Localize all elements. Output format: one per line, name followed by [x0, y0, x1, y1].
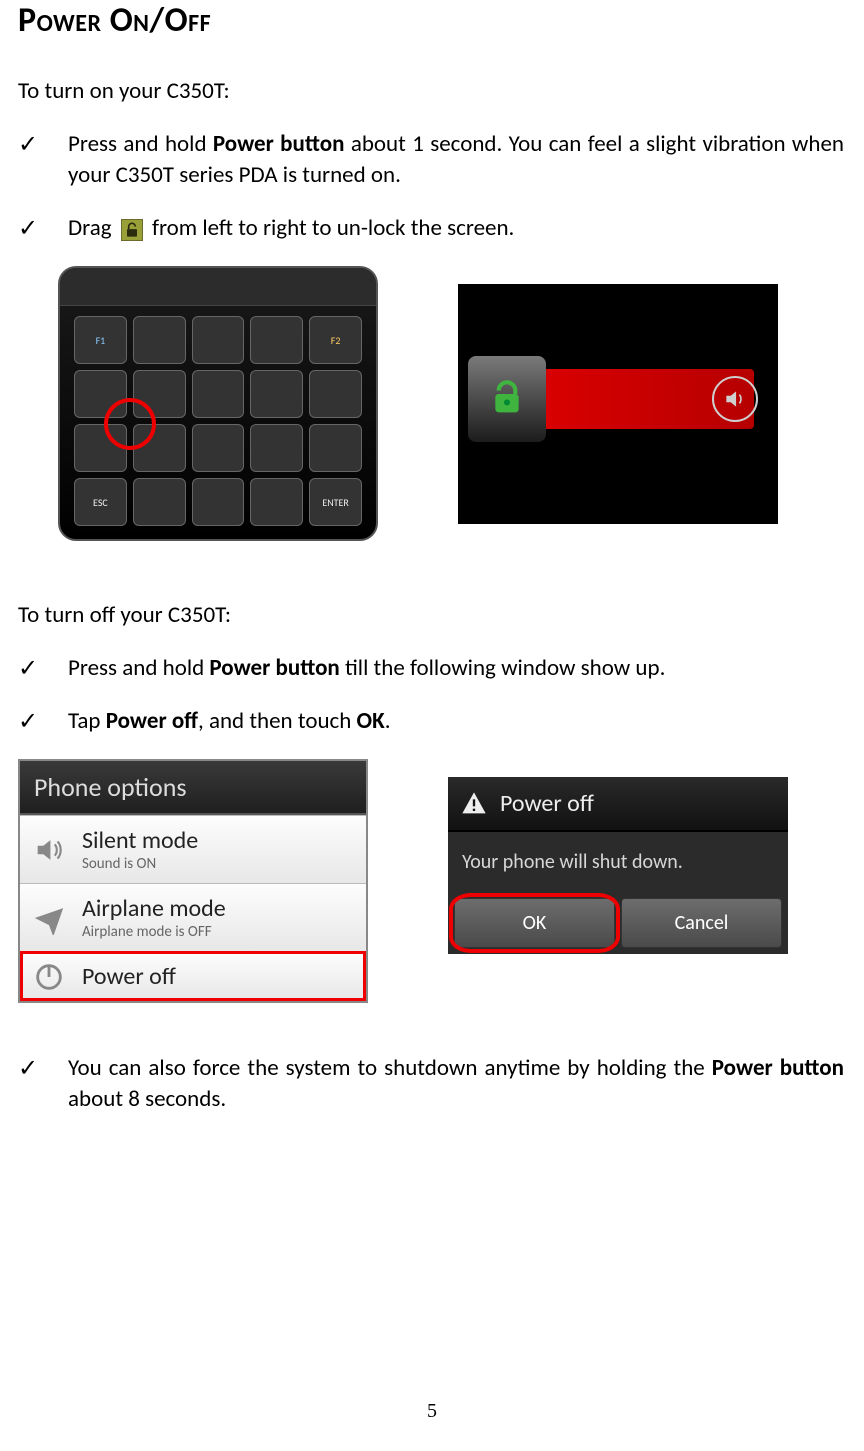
device-keypad-figure: F1 F2 ESC ENTER — [58, 266, 378, 541]
text: Drag — [68, 214, 117, 242]
bold-power-button: Power button — [712, 1054, 844, 1082]
key-esc: ESC — [74, 478, 127, 526]
bold-power-button: Power button — [213, 130, 345, 158]
unlock-padlock-icon — [121, 219, 143, 241]
text: about 8 seconds. — [68, 1085, 226, 1113]
page-number: 5 — [0, 1400, 864, 1423]
text: , and then touch — [198, 707, 357, 735]
turn-on-step-1: Press and hold Power button about 1 seco… — [18, 129, 844, 191]
phone-options-title: Phone options — [20, 761, 366, 815]
bold-ok: OK — [357, 707, 385, 735]
turn-on-step-2: Drag from left to right to un-lock the s… — [18, 213, 844, 244]
power-off-item[interactable]: Power off — [20, 951, 366, 1001]
unlock-knob — [468, 356, 546, 442]
airplane-icon — [32, 901, 66, 935]
silent-mode-label: Silent mode — [82, 826, 354, 855]
airplane-mode-label: Airplane mode — [82, 894, 354, 923]
turn-off-step-2: Tap Power off, and then touch OK. — [18, 706, 844, 737]
speaker-icon — [712, 376, 758, 422]
turn-off-step-3: You can also force the system to shutdow… — [18, 1053, 844, 1115]
text: Press and hold — [68, 130, 213, 158]
silent-mode-sub: Sound is ON — [82, 855, 354, 873]
text: Press and hold — [68, 654, 209, 682]
phone-options-dialog: Phone options Silent mode Sound is ON Ai… — [18, 759, 368, 1003]
text: from left to right to un-lock the screen… — [152, 214, 514, 242]
bold-power-button: Power button — [209, 654, 339, 682]
power-icon — [32, 960, 66, 994]
ok-button[interactable]: OK — [454, 898, 615, 948]
power-off-dialog-body: Your phone will shut down. — [448, 832, 788, 892]
airplane-mode-item[interactable]: Airplane mode Airplane mode is OFF — [20, 883, 366, 951]
title-text: Power off — [500, 789, 594, 818]
unlock-slider-figure — [458, 284, 778, 524]
airplane-mode-sub: Airplane mode is OFF — [82, 923, 354, 941]
padlock-open-icon — [487, 379, 527, 419]
cancel-button[interactable]: Cancel — [621, 898, 782, 948]
turn-on-intro: To turn on your C350T: — [18, 77, 844, 105]
power-off-confirm-dialog: Power off Your phone will shut down. OK … — [448, 777, 788, 954]
text: till the following window show up. — [340, 654, 666, 682]
power-off-label: Power off — [82, 962, 354, 991]
key-f2: F2 — [309, 316, 362, 364]
page-heading: Power On/Off — [18, 0, 844, 41]
silent-mode-item[interactable]: Silent mode Sound is ON — [20, 815, 366, 883]
key-enter: ENTER — [309, 478, 362, 526]
power-off-dialog-title: Power off — [448, 777, 788, 832]
text: Tap — [68, 707, 106, 735]
warning-icon — [460, 790, 488, 818]
speaker-icon — [32, 833, 66, 867]
turn-off-intro: To turn off your C350T: — [18, 601, 844, 629]
bold-power-off: Power off — [106, 707, 198, 735]
text: You can also force the system to shutdow… — [68, 1054, 712, 1082]
key-f1: F1 — [74, 316, 127, 364]
text: . — [385, 707, 391, 735]
turn-off-step-1: Press and hold Power button till the fol… — [18, 653, 844, 684]
